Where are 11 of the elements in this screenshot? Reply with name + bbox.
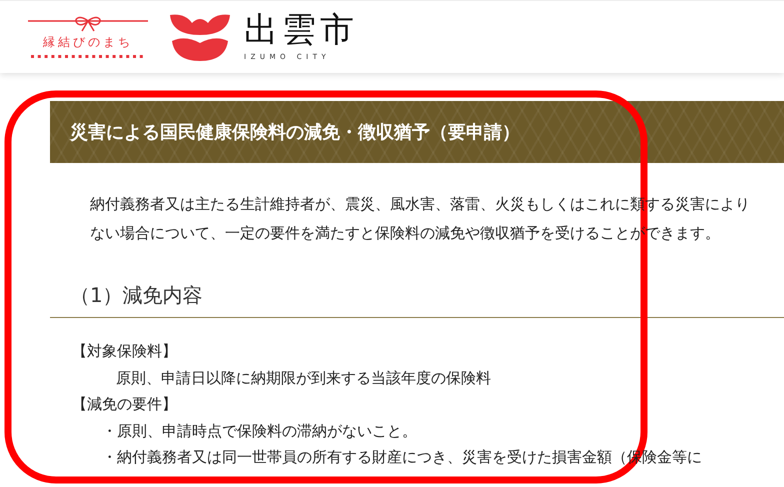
item-label: 【減免の要件】 (72, 394, 178, 415)
city-name: 出雲市 (244, 13, 358, 47)
item-text: ・原則、申請時点で保険料の滞納がないこと。 (101, 420, 418, 442)
page-title: 災害による国民健康保険料の減免・徴収猶予（要申請） (50, 101, 784, 163)
tagline: 縁結びのまち (43, 34, 133, 51)
item-text: 原則、申請日以降に納期限が到来する当該年度の保険料 (115, 368, 492, 388)
section-heading: （1）減免内容 (50, 282, 784, 318)
dotted-line-icon (30, 55, 146, 58)
city-emblem-icon (170, 13, 230, 61)
ribbon-bow-icon (28, 16, 148, 32)
item-label: 【対象保険料】 (72, 341, 178, 362)
